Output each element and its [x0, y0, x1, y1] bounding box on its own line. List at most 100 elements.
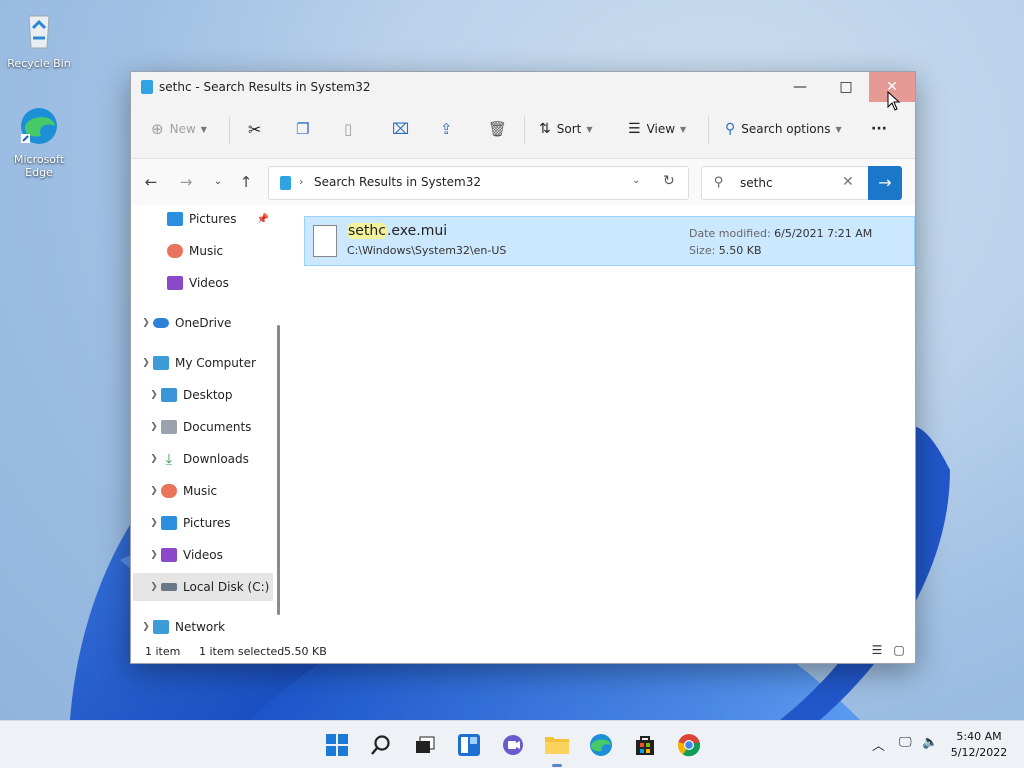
chevron-right-icon[interactable]: ❯: [147, 454, 161, 464]
view-button[interactable]: ☰ View ▼: [628, 116, 686, 142]
maximize-button[interactable]: □: [823, 72, 869, 102]
ellipsis-icon: ···: [871, 121, 887, 137]
search-icon: [371, 735, 390, 755]
results-pane: sethc.exe.mui C:\Windows\System32\en-US …: [286, 205, 915, 639]
sidebar-item-my-computer[interactable]: ❯ My Computer: [139, 349, 256, 377]
chevron-down-icon: ▼: [835, 124, 842, 134]
taskbar: ︿ 🖵 🔈 5:40 AM 5/12/2022: [0, 720, 1024, 768]
chrome-taskbar-button[interactable]: [675, 731, 703, 759]
chevron-right-icon[interactable]: ❯: [147, 550, 161, 560]
file-name: sethc.exe.mui: [347, 223, 448, 239]
folder-icon: [141, 80, 153, 94]
chevron-right-icon[interactable]: ❯: [147, 390, 161, 400]
sidebar-scrollbar[interactable]: [277, 325, 280, 615]
show-hidden-icons-button[interactable]: ︿: [872, 735, 885, 754]
chevron-right-icon[interactable]: ❯: [147, 518, 161, 528]
delete-button[interactable]: 🗑: [488, 116, 507, 142]
details-view-icon[interactable]: ☰: [871, 644, 883, 656]
pictures-icon: [161, 516, 177, 530]
store-taskbar-button[interactable]: [631, 731, 659, 759]
desktop-icon-recycle-bin[interactable]: Recycle Bin: [4, 8, 74, 70]
navigation-pane: Pictures 📌 Music Videos ❯ OneDrive ❯ My …: [131, 205, 283, 639]
cut-button[interactable]: ✂: [248, 116, 261, 142]
start-button[interactable]: [323, 731, 351, 759]
sidebar-item-local-disk[interactable]: ❯ Local Disk (C:): [133, 573, 273, 601]
clear-search-icon[interactable]: ✕: [842, 174, 854, 190]
chevron-down-icon[interactable]: ⌄: [632, 175, 640, 186]
chevron-right-icon[interactable]: ❯: [147, 582, 161, 592]
share-icon: ⇪: [440, 120, 453, 138]
file-explorer-taskbar-button[interactable]: [543, 731, 571, 767]
sidebar-item-downloads[interactable]: ❯ ⤓ Downloads: [147, 445, 249, 473]
chevron-right-icon[interactable]: ❯: [139, 622, 153, 632]
sidebar-item-pictures-quick[interactable]: Pictures 📌: [153, 205, 269, 233]
search-options-button[interactable]: ⚲ Search options ▼: [725, 116, 842, 142]
share-button[interactable]: ⇪: [440, 116, 453, 142]
pin-icon[interactable]: 📌: [257, 214, 269, 225]
videos-icon: [161, 548, 177, 562]
chevron-right-icon[interactable]: ❯: [147, 486, 161, 496]
sidebar-item-documents[interactable]: ❯ Documents: [147, 413, 251, 441]
edge-icon: [21, 108, 57, 144]
address-path[interactable]: Search Results in System32: [314, 175, 481, 189]
volume-icon[interactable]: 🔈: [922, 735, 938, 750]
search-match-highlight: sethc: [347, 223, 387, 239]
search-taskbar-button[interactable]: [367, 731, 395, 759]
chevron-right-icon[interactable]: ❯: [139, 318, 153, 328]
desktop-icon: [161, 388, 177, 402]
clock-date: 5/12/2022: [950, 746, 1008, 759]
paste-button[interactable]: ▯: [344, 116, 352, 142]
chevron-right-icon[interactable]: ❯: [147, 422, 161, 432]
task-view-button[interactable]: [411, 731, 439, 759]
new-button[interactable]: ⊕ New ▼: [151, 116, 207, 142]
search-go-button[interactable]: →: [868, 166, 902, 200]
sidebar-item-music[interactable]: ❯ Music: [147, 477, 217, 505]
music-icon: [161, 484, 177, 498]
status-bar: 1 item 1 item selected 5.50 KB ☰ ▢: [131, 639, 915, 663]
sidebar-item-pictures[interactable]: ❯ Pictures: [147, 509, 231, 537]
sidebar-item-onedrive[interactable]: ❯ OneDrive: [139, 309, 231, 337]
sidebar-item-desktop[interactable]: ❯ Desktop: [147, 381, 233, 409]
toolbar-divider: [708, 116, 709, 144]
search-input[interactable]: [740, 173, 840, 193]
search-box[interactable]: ⚲ ✕: [701, 166, 869, 200]
forward-button[interactable]: →: [175, 171, 197, 193]
sort-button[interactable]: ⇅ Sort ▼: [539, 116, 593, 142]
sidebar-item-music-quick[interactable]: Music: [153, 237, 223, 265]
more-options-button[interactable]: ···: [871, 116, 887, 142]
rename-button[interactable]: ⌧: [392, 116, 409, 142]
sidebar-item-network[interactable]: ❯ Network: [139, 613, 225, 639]
copy-button[interactable]: ❐: [296, 116, 309, 142]
chevron-down-icon[interactable]: ❯: [139, 358, 153, 368]
system-clock[interactable]: 5:40 AM 5/12/2022: [944, 729, 1014, 761]
navigation-bar: ← → ⌄ ↑ › Search Results in System32 ⌄ ↻…: [131, 159, 915, 205]
widgets-button[interactable]: [455, 731, 483, 759]
edge-taskbar-button[interactable]: [587, 731, 615, 759]
trash-icon: 🗑: [488, 120, 508, 138]
address-bar[interactable]: › Search Results in System32 ⌄ ↻: [268, 166, 689, 200]
chat-icon: [503, 735, 523, 755]
tiles-view-icon[interactable]: ▢: [893, 644, 905, 656]
command-bar: ⊕ New ▼ ✂ ❐ ▯ ⌧ ⇪ 🗑 ⇅ Sort ▼ ☰ View ▼ ⚲ …: [131, 102, 915, 159]
up-button[interactable]: ↑: [235, 171, 257, 193]
refresh-icon[interactable]: ↻: [663, 173, 675, 189]
recent-locations-button[interactable]: ⌄: [207, 171, 229, 193]
date-modified: Date modified: 6/5/2021 7:21 AM: [689, 227, 873, 240]
back-button[interactable]: ←: [140, 171, 162, 193]
task-view-icon: [416, 736, 435, 753]
copy-icon: ❐: [296, 120, 310, 138]
network-icon: [153, 620, 169, 634]
teams-chat-button[interactable]: [499, 731, 527, 759]
desktop-icon-edge[interactable]: Microsoft Edge: [4, 104, 74, 179]
network-icon[interactable]: 🖵: [899, 735, 912, 750]
minimize-button[interactable]: —: [777, 72, 823, 102]
rename-icon: ⌧: [392, 120, 410, 138]
scissors-icon: ✂: [248, 119, 262, 139]
sidebar-item-videos[interactable]: ❯ Videos: [147, 541, 223, 569]
download-icon: ⤓: [165, 450, 173, 468]
sidebar-item-videos-quick[interactable]: Videos: [153, 269, 229, 297]
result-item[interactable]: sethc.exe.mui C:\Windows\System32\en-US …: [304, 216, 915, 266]
file-icon: [313, 225, 337, 257]
title-bar[interactable]: sethc - Search Results in System32 — □ ✕: [131, 72, 915, 102]
folder-icon: [545, 737, 569, 754]
